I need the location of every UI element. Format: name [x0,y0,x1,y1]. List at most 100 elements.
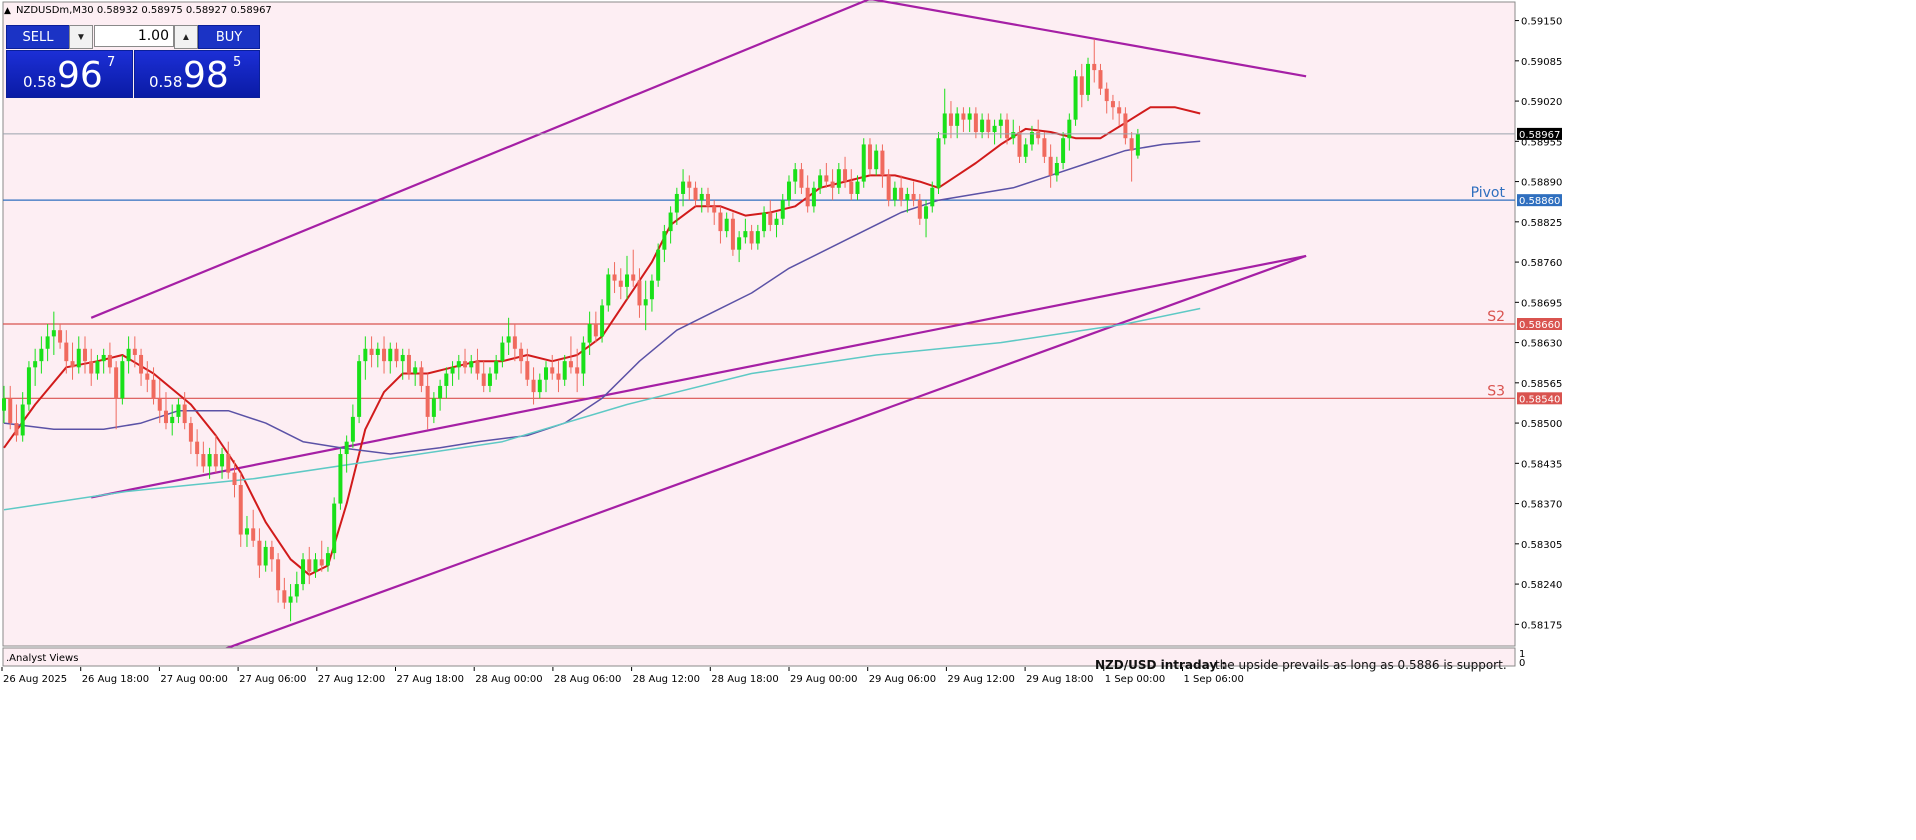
candle-body [575,367,580,374]
candle-body [132,348,137,355]
price-axis[interactable]: 0.58860 0.58660 0.58540 0.59150 0.59085 0.590… [1515,17,1562,632]
candle-body [649,280,654,300]
candle-body [469,361,474,368]
x-tick-label: 1 Sep 06:00 [1184,674,1244,685]
y-tick-label: 0.58760 [1521,258,1562,269]
y-tick-label: 0.58305 [1521,540,1562,551]
candle-body [568,361,573,368]
buy-button[interactable]: BUY [198,25,260,49]
candle-body [463,361,468,368]
candle-body [313,559,318,572]
candle-body [145,373,150,380]
candle-body [892,187,897,201]
one-click-trading-panel: SELL ▼ 1.00 ▲ BUY 0.58 96 7 0.58 98 5 [6,25,260,98]
candle-body [170,416,175,424]
candle-body [768,212,773,225]
x-tick-label: 28 Aug 12:00 [633,674,700,685]
sell-price-prefix: 0.58 [23,73,57,91]
candle-body [512,336,517,349]
x-tick-label: 27 Aug 12:00 [318,674,385,685]
candle-body [1036,132,1041,139]
candle-body [51,330,56,337]
candle-body [251,528,256,541]
candle-body [1017,132,1022,157]
buy-price-box[interactable]: 0.58 98 5 [134,50,260,98]
candle-body [269,546,274,560]
y-tick-label: 0.58565 [1521,379,1562,390]
candle-body [924,206,929,219]
candle-body [687,181,692,188]
candle-body [33,361,38,368]
candle-body [961,113,966,120]
candle-body [867,144,872,170]
candle-body [394,348,399,362]
x-tick-label: 26 Aug 2025 [3,674,67,685]
candle-body [357,361,362,417]
candle-body [544,367,549,380]
candle-body [818,175,823,188]
candle-body [905,193,910,201]
y-tick-label: 0.58695 [1521,298,1562,309]
candle-body [1042,138,1047,157]
chart-collapse-icon[interactable]: ▲ [4,6,11,16]
candle-body [338,454,343,504]
candle [338,447,343,510]
candle-body [151,379,156,399]
candle-body [76,348,81,368]
symbol-readout: NZDUSDm,M30 0.58932 0.58975 0.58927 0.58… [16,5,272,16]
candle-body [400,354,405,362]
y-tick-label: 0.58500 [1521,419,1562,430]
candle-body [681,181,686,194]
candle-body [157,398,162,411]
candle-body [755,231,760,244]
candle-body [1061,138,1066,163]
candle-body [1098,70,1103,89]
y-tick-label: 0.59150 [1521,17,1562,28]
candle [600,299,605,343]
candle-body [363,348,368,362]
price-chart[interactable]: PivotS2S3 0.588600.586600.585400.591500.… [0,0,1916,840]
candle-body [350,416,355,442]
candle-body [14,423,19,436]
y-tick-label: 0.59085 [1521,57,1562,68]
candle-body [344,441,349,455]
lot-decrease-icon[interactable]: ▼ [69,25,93,49]
candle [730,212,735,256]
x-tick-label: 29 Aug 00:00 [790,674,857,685]
y-tick-label: 0.58630 [1521,339,1562,350]
candle-body [506,336,511,343]
lot-size-input[interactable]: 1.00 [94,25,174,47]
candle-body [861,144,866,182]
candle-body [1086,63,1091,95]
candle-body [674,193,679,213]
candle-body [699,193,704,201]
candle-body [811,187,816,207]
x-tick-label: 26 Aug 18:00 [82,674,149,685]
x-tick-label: 28 Aug 00:00 [475,674,542,685]
lot-increase-icon[interactable]: ▲ [174,25,198,49]
candle-body [849,181,854,194]
x-tick-label: 27 Aug 00:00 [160,674,227,685]
candle-body [1117,107,1122,114]
buy-price-prefix: 0.58 [149,73,183,91]
candle-body [562,361,567,380]
candle-body [64,342,69,362]
candle-body [456,361,461,368]
candle-body [656,249,661,281]
candle-body [786,181,791,201]
buy-price-big: 98 [183,55,229,96]
news-title: NZD/USD intraday : [1095,658,1226,672]
candle-body [257,540,262,566]
candle-body [593,324,598,337]
candle-body [195,441,200,455]
candle-body [382,348,387,362]
x-tick-label: 1 Sep 00:00 [1105,674,1165,685]
candle-body [774,218,779,225]
candle-body [1048,156,1053,176]
sell-price-box[interactable]: 0.58 96 7 [6,50,133,98]
time-axis[interactable]: 26 Aug 2025 26 Aug 18:00 27 Aug 00:00 27 Au… [1,667,1244,685]
sell-button[interactable]: SELL [6,25,70,49]
candle-body [101,354,106,362]
candle-body [531,379,536,393]
candle-body [980,119,985,133]
